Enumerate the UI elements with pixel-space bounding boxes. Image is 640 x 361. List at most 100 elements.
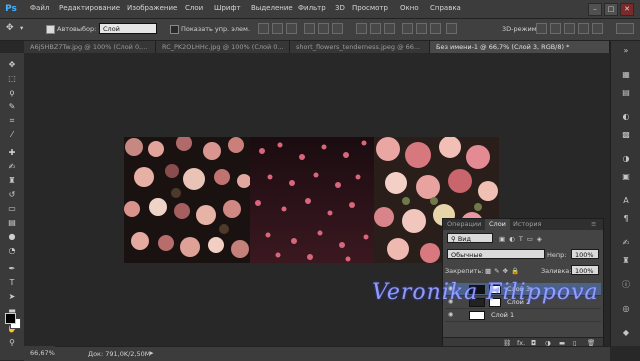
watermark-signature: Veronika Filippova [372, 280, 599, 305]
scale-3d-icon[interactable] [592, 23, 603, 34]
styles-panel-icon[interactable]: ▣ [620, 171, 632, 182]
marquee-icon[interactable]: ⬚ [6, 73, 18, 84]
properties-panel-icon[interactable]: ▤ [620, 87, 632, 98]
layers-dock-icon[interactable]: ◆ [620, 327, 632, 338]
menu-type[interactable]: Шрифт [214, 4, 241, 12]
distribute-right-icon[interactable] [430, 23, 441, 34]
autoselect-dropdown[interactable]: Слой [99, 23, 157, 34]
eraser-icon[interactable]: ▭ [6, 203, 18, 214]
layer-row[interactable]: ◉ Слой 1 [445, 309, 601, 322]
align-bottom-icon[interactable] [286, 23, 297, 34]
menu-3d[interactable]: 3D [335, 4, 345, 12]
menu-help[interactable]: Справка [430, 4, 461, 12]
fill-label: Заливка: [541, 267, 572, 275]
adjustments-panel-icon[interactable]: ◑ [620, 153, 632, 164]
autoselect-checkbox[interactable] [46, 25, 55, 34]
pan-3d-icon[interactable] [564, 23, 575, 34]
eyedropper-icon[interactable]: ⁄ [6, 129, 18, 140]
align-right-icon[interactable] [332, 23, 343, 34]
tab-doc-2[interactable]: RC_PK2OLHHc.jpg @ 100% (Слой 0... [156, 41, 290, 53]
opacity-input[interactable]: 100% [571, 249, 599, 259]
history-brush-icon[interactable]: ↺ [6, 189, 18, 200]
stamp-icon[interactable]: ♜ [6, 175, 18, 186]
align-vcenter-icon[interactable] [272, 23, 283, 34]
history-panel-icon[interactable]: ▦ [620, 69, 632, 80]
tab-actions[interactable]: Операции [443, 219, 485, 230]
roll-3d-icon[interactable] [550, 23, 561, 34]
distribute-hcenter-icon[interactable] [416, 23, 427, 34]
lock-label: Закрепить: [445, 267, 484, 275]
menu-layers[interactable]: Слои [185, 4, 203, 12]
character-panel-icon[interactable]: A [620, 195, 632, 206]
channels-panel-icon[interactable]: ◎ [620, 303, 632, 314]
right-dock: » ▦ ▤ ◐ ▩ ◑ ▣ A ¶ ✍ ♜ ⓘ ◎ ◆ [610, 41, 640, 346]
slide-3d-icon[interactable] [578, 23, 589, 34]
path-select-icon[interactable]: ➤ [6, 291, 18, 302]
zoom-level[interactable]: 66,67% [0, 346, 55, 360]
chevron-down-icon[interactable]: ▾ [20, 24, 23, 32]
menu-window[interactable]: Окно [400, 4, 419, 12]
dodge-icon[interactable]: ◔ [6, 245, 18, 256]
fill-input[interactable]: 100% [571, 265, 599, 275]
clone-source-panel-icon[interactable]: ♜ [620, 255, 632, 266]
tab-doc-active[interactable]: Без имени-1 @ 66,7% (Слой 3, RGB/8) * [430, 41, 610, 53]
menu-select[interactable]: Выделение [251, 4, 293, 12]
foreground-color-swatch[interactable] [5, 313, 16, 324]
collapse-dock-icon[interactable]: » [620, 45, 632, 56]
align-hcenter-icon[interactable] [318, 23, 329, 34]
blur-icon[interactable]: ● [6, 231, 18, 242]
layer-filter-dropdown[interactable]: ⚲ Вид [447, 233, 493, 243]
mode-3d-label: 3D-режим: [502, 25, 539, 33]
orbit-3d-icon[interactable] [536, 23, 547, 34]
document-size: Док: 791,0K/2,50M [88, 350, 151, 358]
distribute-vcenter-icon[interactable] [370, 23, 381, 34]
lock-icons[interactable]: ▩✎✥🔒 [485, 267, 535, 275]
lasso-icon[interactable]: ϙ [6, 87, 18, 98]
menu-file[interactable]: Файл [30, 4, 49, 12]
auto-align-icon[interactable] [446, 23, 457, 34]
tab-doc-1[interactable]: A6jSHBZ7Tw.jpg @ 100% (Слой 0,... [24, 41, 156, 53]
quick-select-icon[interactable]: ✎ [6, 101, 18, 112]
pen-icon[interactable]: ✒ [6, 263, 18, 274]
panel-menu-icon[interactable]: ≡ [587, 219, 600, 230]
align-top-icon[interactable] [258, 23, 269, 34]
tab-doc-3[interactable]: short_flowers_tenderness.jpeg @ 66... [290, 41, 430, 53]
swatches-panel-icon[interactable]: ▩ [620, 129, 632, 140]
type-icon[interactable]: T [6, 277, 18, 288]
menu-view[interactable]: Просмотр [352, 4, 388, 12]
blend-mode-dropdown[interactable]: Обычные [447, 249, 545, 259]
menu-image[interactable]: Изображение [127, 4, 177, 12]
image-panel-falling-petals [250, 137, 374, 263]
workspace-icon[interactable] [616, 23, 634, 34]
visibility-eye-icon[interactable]: ◉ [448, 312, 455, 318]
status-menu-arrow-icon[interactable]: ▸ [150, 349, 154, 357]
move-icon[interactable]: ✥ [6, 59, 18, 70]
show-controls-checkbox[interactable] [170, 25, 179, 34]
paragraph-panel-icon[interactable]: ¶ [620, 213, 632, 224]
distribute-bottom-icon[interactable] [384, 23, 395, 34]
tab-layers[interactable]: Слои [485, 219, 510, 230]
filter-type-icons[interactable]: ▣◐T▭◈ [499, 235, 589, 243]
menu-edit[interactable]: Редактирование [59, 4, 120, 12]
color-panel-icon[interactable]: ◐ [620, 111, 632, 122]
move-tool-icon[interactable]: ✥ [6, 23, 14, 33]
gradient-icon[interactable]: ▤ [6, 217, 18, 228]
show-controls-label: Показать упр. элем. [181, 25, 250, 33]
distribute-top-icon[interactable] [356, 23, 367, 34]
healing-icon[interactable]: ✚ [6, 147, 18, 158]
minimize-button[interactable]: – [588, 3, 602, 16]
maximize-button[interactable]: □ [604, 3, 618, 16]
align-left-icon[interactable] [304, 23, 315, 34]
close-button[interactable]: ✕ [620, 3, 634, 16]
info-panel-icon[interactable]: ⓘ [620, 279, 632, 290]
tab-history[interactable]: История [509, 219, 545, 230]
search-icon: ⚲ [451, 235, 458, 243]
brush-panel-icon[interactable]: ✍ [620, 237, 632, 248]
layers-panel-tabs: Операции Слои История ≡ [443, 219, 603, 230]
distribute-left-icon[interactable] [402, 23, 413, 34]
menu-filter[interactable]: Фильтр [298, 4, 326, 12]
brush-icon[interactable]: ✍ [6, 161, 18, 172]
image-panel-dark-roses [124, 137, 250, 263]
opacity-label: Непр: [547, 251, 567, 259]
crop-icon[interactable]: ⌗ [6, 115, 18, 126]
